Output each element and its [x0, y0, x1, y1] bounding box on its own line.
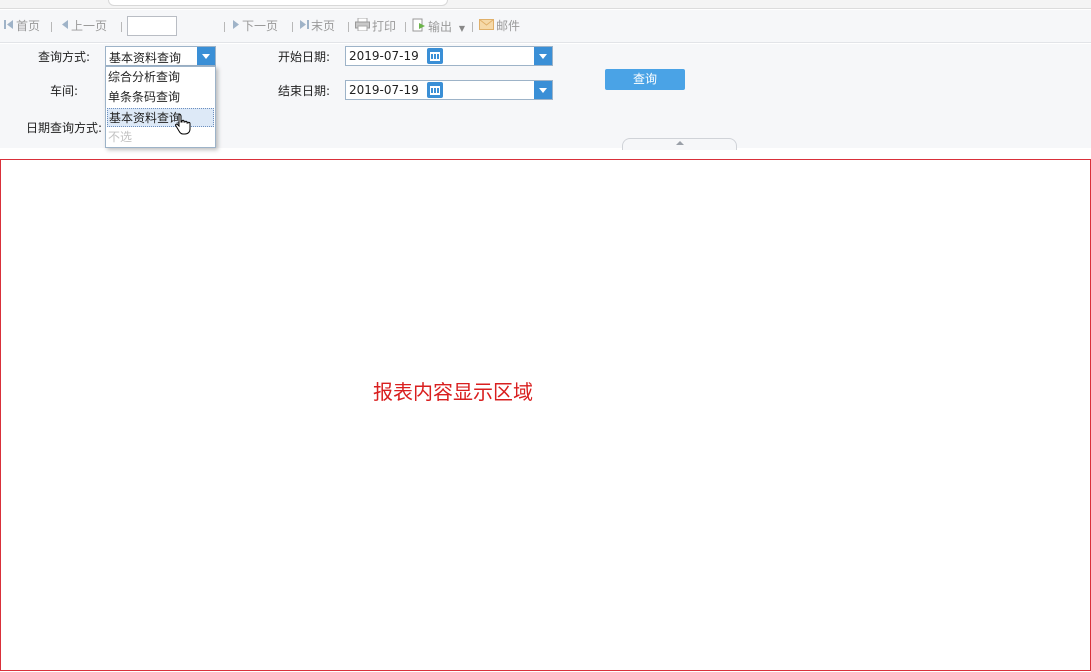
toolbar-divider [348, 22, 349, 32]
printer-icon [355, 17, 370, 36]
export-label: 输出 [428, 20, 453, 34]
report-area: 报表内容显示区域 [0, 159, 1091, 671]
last-page-icon [299, 18, 309, 35]
prev-page-button[interactable]: 上一页 [61, 18, 107, 35]
chevron-down-icon: ▼ [458, 24, 465, 33]
export-icon [412, 18, 426, 37]
report-placeholder-text: 报表内容显示区域 [373, 380, 533, 404]
print-label: 打印 [372, 19, 397, 34]
next-page-label: 下一页 [242, 19, 279, 33]
browser-address-strip [0, 0, 1091, 9]
dropdown-arrow-icon[interactable] [534, 81, 552, 99]
export-button[interactable]: 输出 ▼ [412, 18, 465, 35]
end-date-value: 2019-07-19 [349, 83, 419, 97]
start-date-field[interactable]: 2019-07-19 [345, 46, 553, 66]
dropdown-option[interactable]: 不选 [107, 128, 214, 147]
start-date-label: 开始日期: [278, 50, 331, 64]
dropdown-option[interactable]: 综合分析查询 [107, 68, 214, 87]
toolbar-divider [224, 22, 225, 32]
first-page-label: 首页 [16, 19, 41, 33]
workshop-label: 车间: [50, 84, 79, 98]
dropdown-arrow-icon[interactable] [534, 47, 552, 65]
query-mode-dropdown: 综合分析查询 单条条码查询 基本资料查询 不选 [105, 66, 216, 148]
hand-pointer-icon [174, 113, 192, 138]
toolbar-divider [405, 22, 406, 32]
collapse-panel-tab[interactable] [622, 138, 737, 150]
end-date-label: 结束日期: [278, 84, 331, 98]
next-page-icon [232, 18, 240, 35]
start-date-value: 2019-07-19 [349, 49, 419, 63]
end-date-field[interactable]: 2019-07-19 [345, 80, 553, 100]
address-bar[interactable] [108, 0, 448, 6]
toolbar-divider [51, 22, 52, 32]
mail-icon [479, 18, 494, 35]
calendar-icon[interactable] [427, 82, 443, 98]
mail-button[interactable]: 邮件 [479, 18, 520, 35]
first-page-icon [4, 18, 14, 35]
last-page-label: 末页 [311, 19, 336, 33]
last-page-button[interactable]: 末页 [299, 18, 335, 35]
report-toolbar: 首页 上一页 下一页 末页 打印 输出 ▼ 邮件 [0, 10, 1091, 43]
toolbar-divider [121, 22, 122, 32]
query-mode-select[interactable]: 基本资料查询 [105, 46, 216, 66]
print-button[interactable]: 打印 [355, 17, 397, 36]
dropdown-option-hovered[interactable]: 基本资料查询 [107, 108, 214, 127]
toolbar-divider [472, 22, 473, 32]
query-button[interactable]: 查询 [605, 69, 685, 90]
toolbar-divider [292, 22, 293, 32]
first-page-button[interactable]: 首页 [4, 18, 40, 35]
dropdown-arrow-icon[interactable] [197, 47, 215, 65]
prev-page-label: 上一页 [71, 19, 108, 33]
query-mode-label: 查询方式: [38, 50, 91, 64]
next-page-button[interactable]: 下一页 [232, 18, 278, 35]
prev-page-icon [61, 18, 69, 35]
date-mode-label: 日期查询方式: [26, 121, 103, 135]
mail-label: 邮件 [496, 19, 521, 33]
page-number-input[interactable] [127, 16, 177, 36]
query-mode-value: 基本资料查询 [109, 51, 182, 65]
dropdown-option[interactable]: 单条条码查询 [107, 88, 214, 107]
calendar-icon[interactable] [427, 48, 443, 64]
